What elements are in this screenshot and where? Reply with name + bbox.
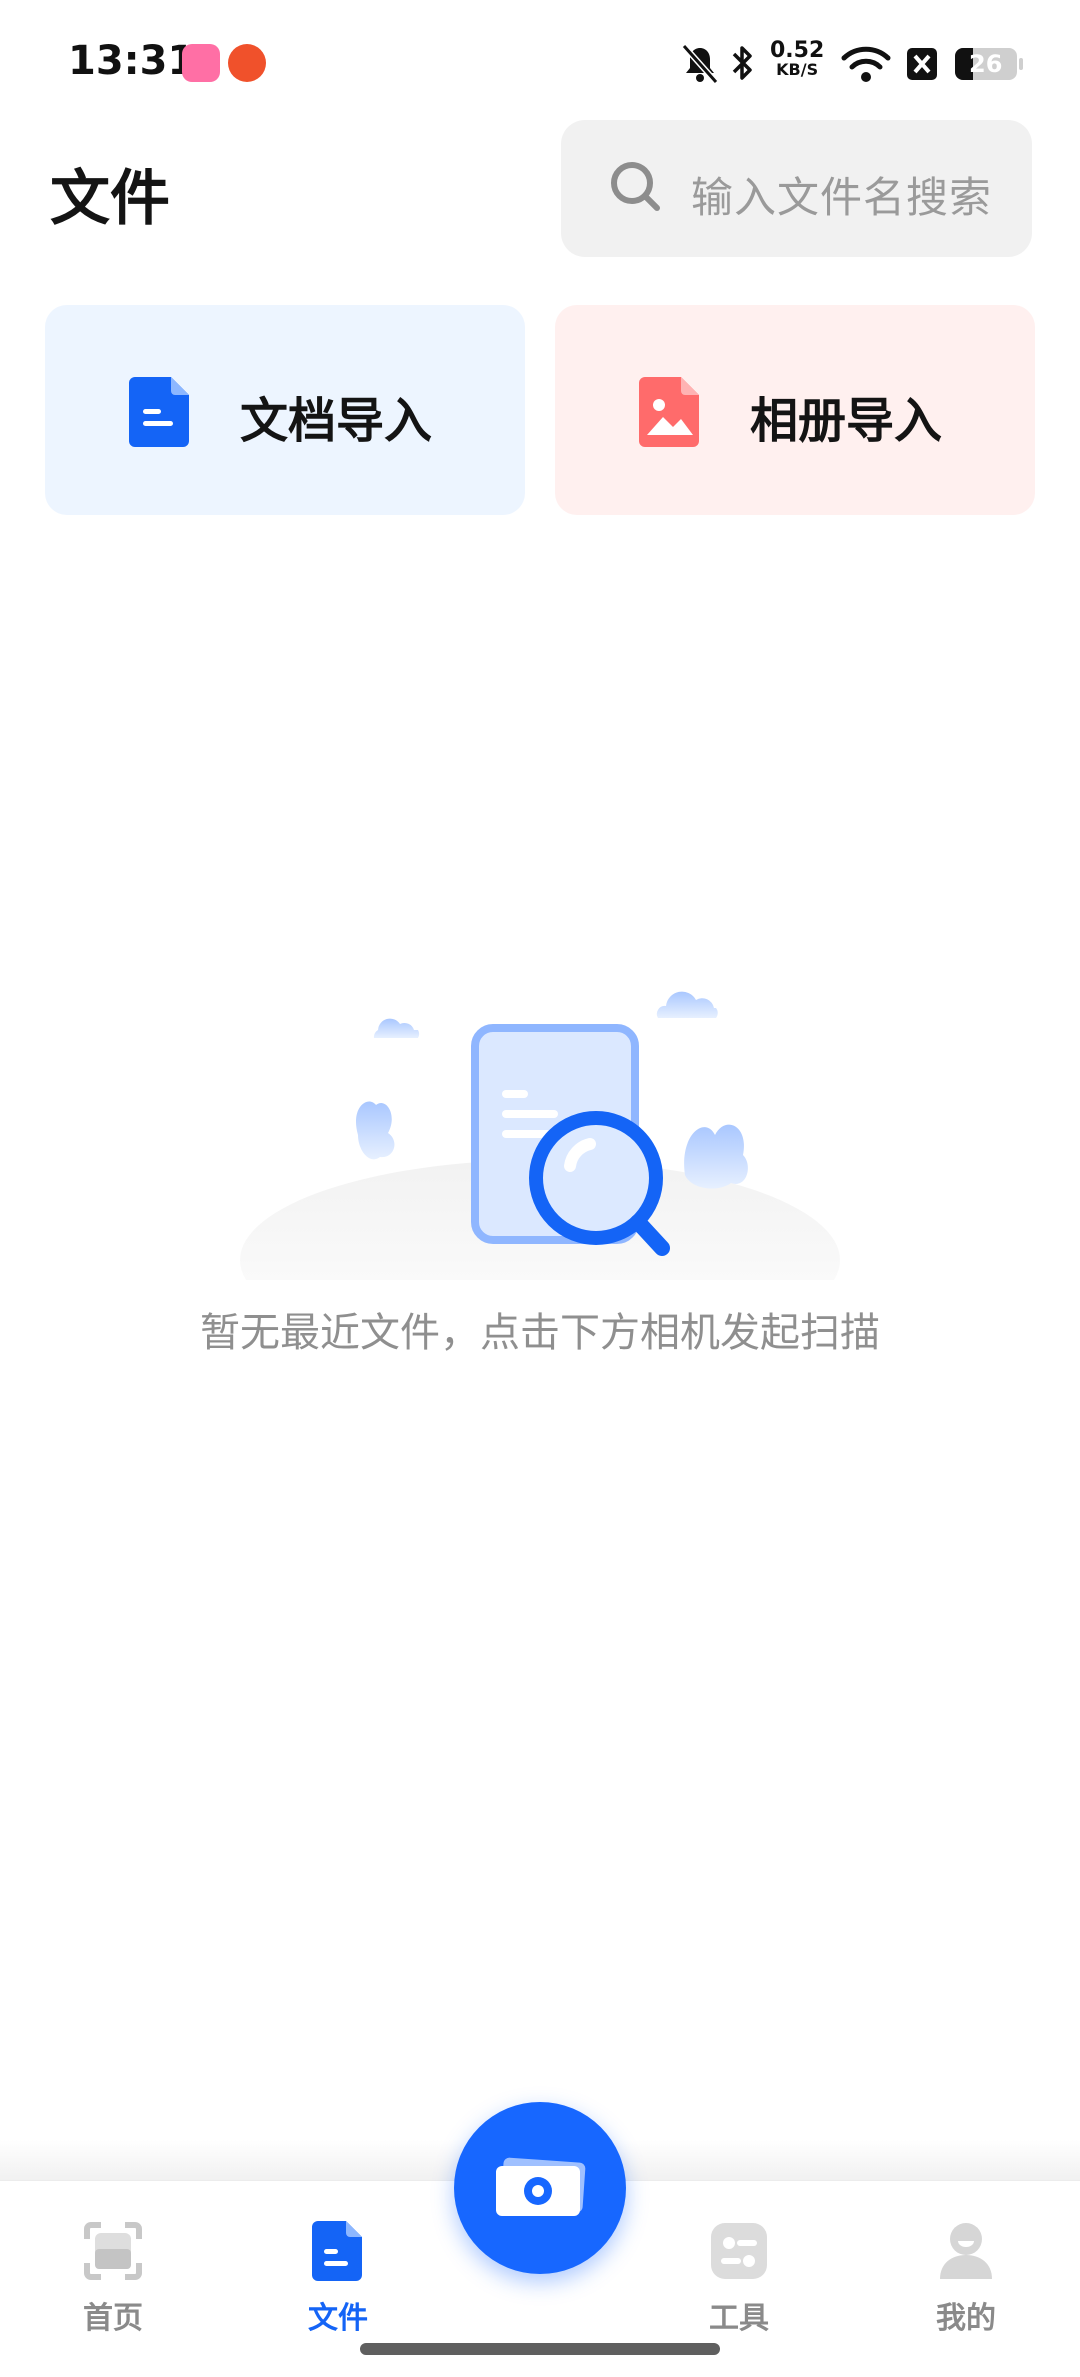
nav-label-profile: 我的 <box>936 2301 996 2336</box>
home-indicator[interactable] <box>360 2343 720 2355</box>
nav-label-home: 首页 <box>83 2301 143 2336</box>
nav-item-files[interactable]: 文件 <box>258 2219 418 2337</box>
album-import-label: 相册导入 <box>750 393 943 449</box>
status-bar: 13:31 0.52 KB/S 26 <box>0 0 1080 120</box>
camera-scan-button[interactable] <box>454 2102 626 2274</box>
doc-import-label: 文档导入 <box>240 393 433 449</box>
tools-icon <box>711 2223 767 2279</box>
status-time: 13:31 <box>68 38 196 84</box>
nav-label-tools: 工具 <box>709 2301 769 2336</box>
file-icon <box>312 2221 362 2281</box>
search-icon <box>611 162 660 211</box>
camera-icon <box>496 2157 586 2216</box>
bilibili-app-icon <box>182 44 220 82</box>
battery-icon: 26 <box>955 48 1023 80</box>
nav-item-tools[interactable]: 工具 <box>659 2219 819 2337</box>
net-speed-unit: KB/S <box>776 60 819 79</box>
empty-files-illustration <box>240 991 840 1280</box>
nav-item-profile[interactable]: 我的 <box>886 2219 1046 2337</box>
app-notification-icon <box>228 44 266 82</box>
document-icon <box>129 377 189 447</box>
profile-icon <box>940 2223 992 2279</box>
battery-level: 26 <box>969 50 1003 78</box>
close-box-icon <box>907 48 937 80</box>
doc-import-button[interactable]: 文档导入 <box>45 305 525 515</box>
nav-item-home[interactable]: 首页 <box>33 2219 193 2337</box>
scan-home-icon <box>84 2222 142 2280</box>
net-speed: 0.52 KB/S <box>770 40 824 78</box>
image-file-icon <box>639 377 699 447</box>
search-placeholder: 输入文件名搜索 <box>691 173 993 222</box>
nav-label-files: 文件 <box>308 2301 368 2336</box>
bluetooth-icon <box>732 46 752 80</box>
empty-state-message: 暂无最近文件，点击下方相机发起扫描 <box>200 1310 880 1356</box>
page-title: 文件 <box>50 164 170 234</box>
search-input[interactable]: 输入文件名搜索 <box>561 120 1032 257</box>
mute-icon <box>681 44 719 84</box>
album-import-button[interactable]: 相册导入 <box>555 305 1035 515</box>
wifi-icon <box>841 46 891 82</box>
